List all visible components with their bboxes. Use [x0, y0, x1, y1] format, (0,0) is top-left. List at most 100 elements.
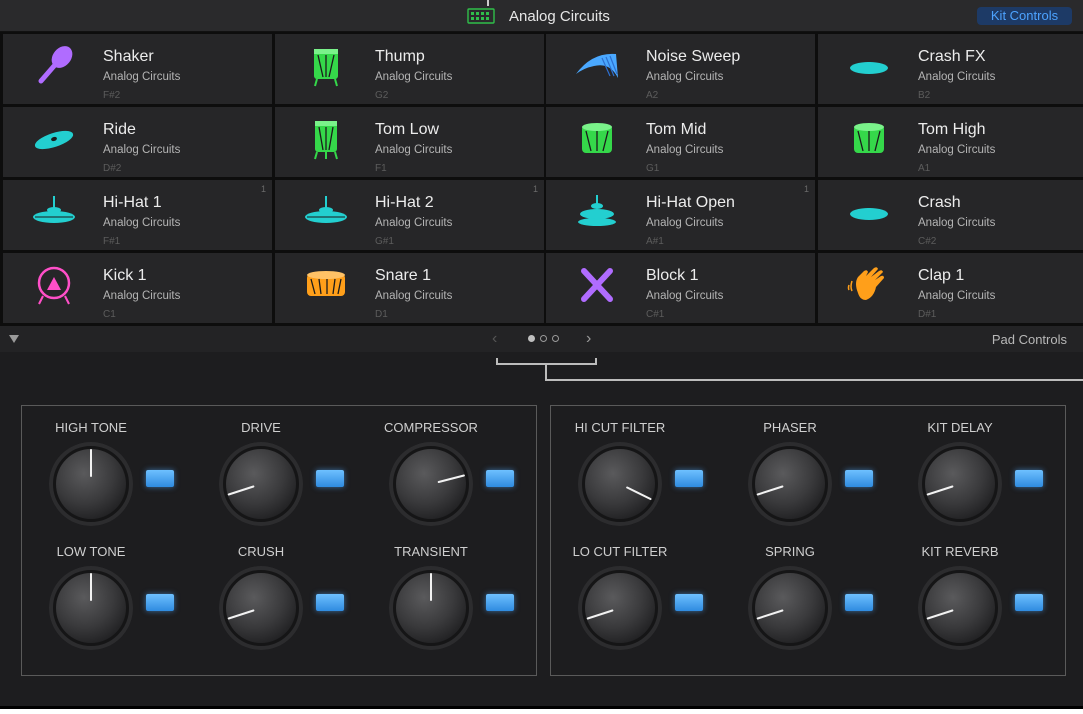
drum-pad[interactable]: Tom High Analog Circuits A1 [818, 107, 1083, 177]
drum-pad[interactable]: Hi-Hat Open Analog Circuits A#1 1 [546, 180, 815, 250]
pad-controls-button[interactable]: Pad Controls [992, 332, 1067, 347]
rotary-knob[interactable] [917, 565, 1003, 651]
pad-kit-name: Analog Circuits [375, 290, 453, 302]
pad-note: C#1 [646, 309, 665, 320]
drum-pad[interactable]: Thump Analog Circuits G2 [275, 34, 544, 104]
pad-name: Clap 1 [918, 267, 965, 284]
enable-toggle-led[interactable] [316, 594, 344, 611]
cymbal-icon [844, 44, 894, 88]
pad-kit-name: Analog Circuits [103, 290, 181, 302]
tom-icon [844, 117, 894, 161]
rotary-knob[interactable] [917, 441, 1003, 527]
pad-pager-bar: ‹ › Pad Controls [0, 326, 1083, 352]
pad-kit-name: Analog Circuits [918, 144, 996, 156]
pad-note: D1 [375, 309, 388, 320]
enable-toggle-led[interactable] [845, 470, 873, 487]
pad-kit-name: Analog Circuits [646, 144, 724, 156]
page-indicator [528, 335, 559, 342]
drum-pad[interactable]: Clap 1 Analog Circuits D#1 [818, 253, 1083, 323]
pad-kit-name: Analog Circuits [103, 217, 181, 229]
next-page-chevron-icon[interactable]: › [586, 330, 591, 348]
knob-label: SPRING [765, 544, 815, 559]
knob-label: HIGH TONE [55, 420, 127, 435]
knob-label: PHASER [763, 420, 817, 435]
pad-name: Kick 1 [103, 267, 147, 284]
rotary-knob[interactable] [388, 441, 474, 527]
pad-note: C#2 [918, 236, 937, 247]
rotary-knob[interactable] [48, 441, 134, 527]
pad-kit-name: Analog Circuits [375, 217, 453, 229]
drum-pad[interactable]: Crash Analog Circuits C#2 [818, 180, 1083, 250]
knob-label: DRIVE [241, 420, 281, 435]
drum-pad[interactable]: Crash FX Analog Circuits B2 [818, 34, 1083, 104]
enable-toggle-led[interactable] [316, 470, 344, 487]
drum-pad[interactable]: Noise Sweep Analog Circuits A2 [546, 34, 815, 104]
rotary-knob[interactable] [577, 441, 663, 527]
enable-toggle-led[interactable] [146, 594, 174, 611]
thump-drum-icon [301, 44, 351, 88]
bottom-divider [0, 706, 1083, 709]
enable-toggle-led[interactable] [675, 470, 703, 487]
drum-pad[interactable]: Shaker Analog Circuits F#2 [3, 34, 272, 104]
kit-control: DRIVE [196, 420, 344, 540]
drum-pad[interactable]: Tom Mid Analog Circuits G1 [546, 107, 815, 177]
pad-kit-name: Analog Circuits [103, 144, 181, 156]
enable-toggle-led[interactable] [486, 594, 514, 611]
kit-control: SPRING [725, 544, 873, 664]
enable-toggle-led[interactable] [486, 470, 514, 487]
kit-control: LO CUT FILTER [555, 544, 703, 664]
drum-pad[interactable]: Hi-Hat 1 Analog Circuits F#1 1 [3, 180, 272, 250]
page-dot-2[interactable] [540, 335, 547, 342]
pad-note: G1 [646, 163, 660, 174]
kit-control: CRUSH [196, 544, 344, 664]
noise-sweep-icon [572, 44, 622, 88]
collapse-toggle-icon[interactable] [9, 335, 19, 343]
pad-kit-name: Analog Circuits [375, 144, 453, 156]
kit-control: HIGH TONE [26, 420, 174, 540]
rotary-knob[interactable] [747, 565, 833, 651]
pad-note: F#2 [103, 90, 121, 101]
knob-label: COMPRESSOR [384, 420, 478, 435]
tom-icon [572, 117, 622, 161]
enable-toggle-led[interactable] [675, 594, 703, 611]
drum-pad[interactable]: Snare 1 Analog Circuits D1 [275, 253, 544, 323]
rotary-knob[interactable] [218, 441, 304, 527]
knob-label: TRANSIENT [394, 544, 468, 559]
page-dot-1[interactable] [528, 335, 535, 342]
callout-bracket [496, 358, 1083, 381]
drum-pad[interactable]: Tom Low Analog Circuits F1 [275, 107, 544, 177]
pad-kit-name: Analog Circuits [103, 71, 181, 83]
tone-controls-panel: HIGH TONE DRIVE COMPRESSOR LOW TONE CRUS… [21, 405, 537, 676]
knob-label: CRUSH [237, 544, 285, 559]
kit-title[interactable]: Analog Circuits [467, 5, 610, 27]
pad-kit-name: Analog Circuits [918, 290, 996, 302]
page-dot-3[interactable] [552, 335, 559, 342]
rotary-knob[interactable] [577, 565, 663, 651]
kit-control: COMPRESSOR [366, 420, 514, 540]
drum-pad[interactable]: Kick 1 Analog Circuits C1 [3, 253, 272, 323]
rotary-knob[interactable] [218, 565, 304, 651]
drum-pad[interactable]: Ride Analog Circuits D#2 [3, 107, 272, 177]
previous-page-chevron-icon[interactable]: ‹ [492, 330, 497, 348]
rotary-knob[interactable] [48, 565, 134, 651]
pad-note: C1 [103, 309, 116, 320]
hihat-icon [301, 190, 351, 234]
rotary-knob[interactable] [388, 565, 474, 651]
enable-toggle-led[interactable] [146, 470, 174, 487]
rotary-knob[interactable] [747, 441, 833, 527]
enable-toggle-led[interactable] [1015, 594, 1043, 611]
enable-toggle-led[interactable] [845, 594, 873, 611]
pad-note: A1 [918, 163, 931, 174]
pad-kit-name: Analog Circuits [375, 71, 453, 83]
cymbal-icon [844, 190, 894, 234]
ride-cymbal-icon [29, 117, 79, 161]
drum-pad[interactable]: Block 1 Analog Circuits C#1 [546, 253, 815, 323]
pad-note: G2 [375, 90, 389, 101]
knob-label: LOW TONE [56, 544, 126, 559]
pad-name: Shaker [103, 48, 154, 65]
kit-controls-button[interactable]: Kit Controls [977, 7, 1072, 25]
enable-toggle-led[interactable] [1015, 470, 1043, 487]
drum-pad[interactable]: Hi-Hat 2 Analog Circuits G#1 1 [275, 180, 544, 250]
pad-kit-name: Analog Circuits [646, 290, 724, 302]
kit-control: KIT DELAY [895, 420, 1043, 540]
